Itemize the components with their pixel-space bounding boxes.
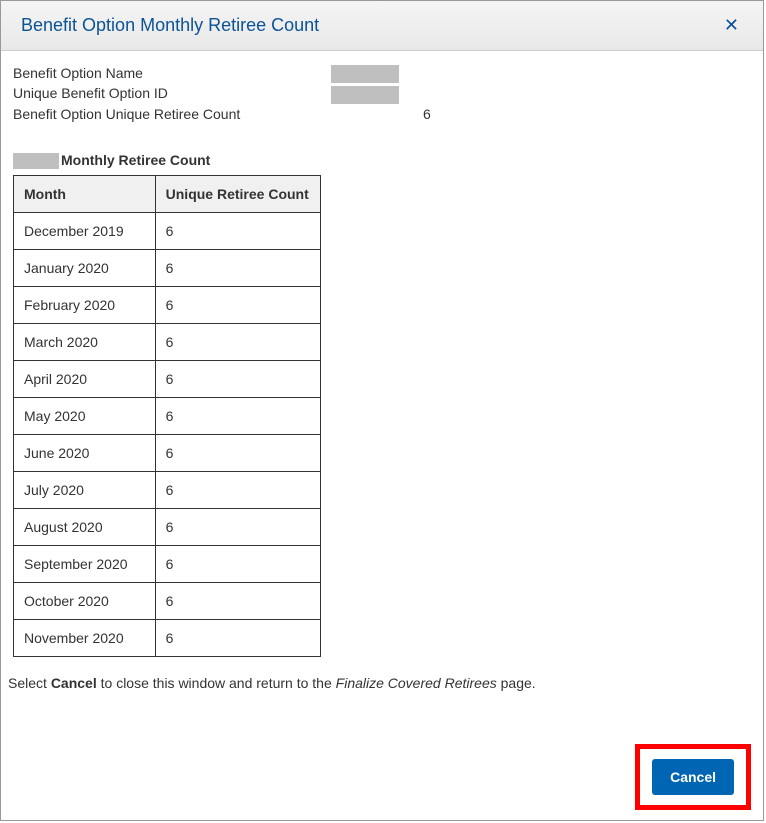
table-row: May 20206 [14,397,321,434]
cancel-button[interactable]: Cancel [652,759,734,795]
count-cell: 6 [155,619,320,656]
instruction-middle: to close this window and return to the [97,675,336,691]
count-cell: 6 [155,545,320,582]
monthly-retiree-table: Month Unique Retiree Count December 2019… [13,175,321,657]
month-cell: November 2020 [14,619,156,656]
count-cell: 6 [155,323,320,360]
month-cell: August 2020 [14,508,156,545]
count-cell: 6 [155,471,320,508]
table-row: April 20206 [14,360,321,397]
redacted-name [331,65,399,83]
count-cell: 6 [155,286,320,323]
modal-header: Benefit Option Monthly Retiree Count ✕ [1,1,763,51]
benefit-option-name-label: Benefit Option Name [13,65,331,83]
benefit-option-id-value [331,85,399,103]
month-cell: March 2020 [14,323,156,360]
count-cell: 6 [155,249,320,286]
table-row: March 20206 [14,323,321,360]
table-row: June 20206 [14,434,321,471]
instruction-prefix: Select [8,675,51,691]
count-cell: 6 [155,582,320,619]
table-header-row: Month Unique Retiree Count [14,175,321,212]
cancel-button-highlight: Cancel [635,744,751,810]
info-row-count: Benefit Option Unique Retiree Count 6 [13,106,751,122]
count-header: Unique Retiree Count [155,175,320,212]
month-cell: April 2020 [14,360,156,397]
month-header: Month [14,175,156,212]
count-cell: 6 [155,360,320,397]
section-title: Monthly Retiree Count [13,152,751,169]
unique-retiree-count-label: Benefit Option Unique Retiree Count [13,106,331,122]
benefit-option-id-label: Unique Benefit Option ID [13,85,331,103]
redacted-section-prefix [13,153,59,169]
table-row: August 20206 [14,508,321,545]
table-row: January 20206 [14,249,321,286]
table-row: February 20206 [14,286,321,323]
info-row-name: Benefit Option Name [13,65,751,83]
month-cell: May 2020 [14,397,156,434]
count-cell: 6 [155,508,320,545]
month-cell: September 2020 [14,545,156,582]
month-cell: December 2019 [14,212,156,249]
table-row: October 20206 [14,582,321,619]
info-row-id: Unique Benefit Option ID [13,85,751,103]
table-row: December 20196 [14,212,321,249]
instruction-bold: Cancel [51,675,97,691]
unique-retiree-count-value: 6 [331,106,431,122]
count-cell: 6 [155,212,320,249]
modal-dialog: Benefit Option Monthly Retiree Count ✕ B… [0,0,764,821]
table-row: July 20206 [14,471,321,508]
close-icon[interactable]: ✕ [720,15,743,36]
month-cell: January 2020 [14,249,156,286]
modal-title: Benefit Option Monthly Retiree Count [21,15,319,36]
month-cell: October 2020 [14,582,156,619]
redacted-id [331,86,399,104]
instruction-italic: Finalize Covered Retirees [336,675,497,691]
count-cell: 6 [155,397,320,434]
month-cell: February 2020 [14,286,156,323]
month-cell: July 2020 [14,471,156,508]
benefit-option-name-value [331,65,399,83]
table-row: September 20206 [14,545,321,582]
table-row: November 20206 [14,619,321,656]
count-cell: 6 [155,434,320,471]
section-title-text: Monthly Retiree Count [61,152,210,168]
instruction-text: Select Cancel to close this window and r… [8,675,751,691]
instruction-suffix: page. [497,675,536,691]
modal-body: Benefit Option Name Unique Benefit Optio… [1,51,763,691]
month-cell: June 2020 [14,434,156,471]
